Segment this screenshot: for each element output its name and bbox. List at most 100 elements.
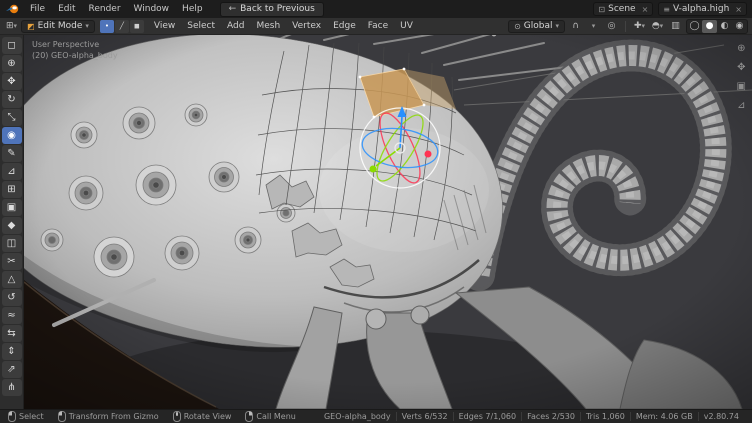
face-select-mode-button[interactable]: ◼	[130, 20, 144, 33]
tool-select-box[interactable]: ◻	[2, 37, 22, 54]
tool-smooth[interactable]: ≈	[2, 307, 22, 324]
snap-magnet-icon[interactable]: ∩	[568, 20, 583, 33]
editor-type-icon[interactable]: ⊞▾	[4, 20, 19, 33]
view-layer-name: V-alpha.high	[673, 4, 729, 14]
right-mouse-icon	[245, 411, 253, 422]
tool-spin[interactable]: ↺	[2, 289, 22, 306]
scene-render	[24, 35, 752, 409]
back-arrow-icon: ←	[229, 4, 237, 14]
tool-annotate[interactable]: ✎	[2, 145, 22, 162]
tool-loop-cut[interactable]: ◫	[2, 235, 22, 252]
tool-move[interactable]: ✥	[2, 73, 22, 90]
move-view-icon[interactable]: ✥	[737, 62, 745, 73]
tool-bevel[interactable]: ◆	[2, 217, 22, 234]
back-to-previous-label: Back to Previous	[240, 4, 315, 14]
menu-edit[interactable]: Edit	[52, 3, 81, 15]
shading-mode-group: ◯ ● ◐ ◉	[686, 19, 748, 34]
edit-mode-icon: ◩	[27, 22, 35, 31]
tool-shrink-fatten[interactable]: ⇕	[2, 343, 22, 360]
chevron-down-icon: ▾	[555, 22, 559, 30]
hint-select: Select	[8, 411, 44, 422]
tool-cursor[interactable]: ⊕	[2, 55, 22, 72]
edge-select-mode-button[interactable]: ╱	[115, 20, 129, 33]
scene-icon: ⊡	[598, 5, 605, 14]
orientation-label: Global	[524, 21, 553, 31]
overlays-icon[interactable]: ◓▾	[650, 20, 665, 33]
proportional-editing-icon[interactable]: ◎	[604, 20, 619, 33]
tool-shear[interactable]: ⇗	[2, 361, 22, 378]
view-perspective-label: User Perspective	[32, 39, 118, 50]
show-gizmo-icon[interactable]: ✚▾	[632, 20, 647, 33]
shading-material-icon[interactable]: ◐	[717, 20, 732, 33]
tool-inset-faces[interactable]: ▣	[2, 199, 22, 216]
tool-edge-slide[interactable]: ⇆	[2, 325, 22, 342]
hint-select-label: Select	[19, 412, 44, 421]
view-layer-icon: ≡	[663, 5, 670, 14]
tail-spiral	[479, 55, 716, 275]
select-mode-buttons: • ╱ ◼	[100, 20, 144, 33]
scene-name: Scene	[608, 4, 635, 14]
zoom-icon[interactable]: ⊕	[737, 43, 745, 54]
view-layer-selector[interactable]: ≡ V-alpha.high ×	[658, 2, 747, 16]
shading-rendered-icon[interactable]: ◉	[732, 20, 747, 33]
tool-rip-region[interactable]: ⋔	[2, 379, 22, 396]
blender-logo-icon[interactable]	[5, 3, 21, 15]
viewport-header: ⊞▾ ◩ Edit Mode ▾ • ╱ ◼ View Select Add M…	[0, 18, 752, 35]
scene-unlink-icon[interactable]: ×	[639, 5, 649, 14]
shading-wireframe-icon[interactable]: ◯	[687, 20, 702, 33]
shading-solid-icon[interactable]: ●	[702, 20, 717, 33]
viewport-3d[interactable]: User Perspective (20) GEO-alpha_body ⊕ ✥…	[24, 35, 752, 409]
viewport-header-right: ⊙ Global ▾ ∩ ▾ ◎ ✚▾ ◓▾ ▥ ◯ ● ◐ ◉	[508, 19, 748, 34]
hint-call-menu-label: Call Menu	[256, 412, 295, 421]
menu-help[interactable]: Help	[176, 3, 209, 15]
tool-extrude-region[interactable]: ⊞	[2, 181, 22, 198]
statusbar-stats: GEO-alpha_body Verts 6/532 Edges 7/1,060…	[319, 412, 744, 421]
stat-edges: Edges 7/1,060	[453, 412, 522, 421]
xray-toggle-icon[interactable]: ▥	[668, 20, 683, 33]
stat-memory: Mem: 4.06 GB	[630, 412, 698, 421]
tool-shelf: ◻ ⊕ ✥ ↻ ⤡ ◉ ✎ ⊿ ⊞ ▣ ◆ ◫ ✂ △ ↺ ≈ ⇆ ⇕ ⇗ ⋔	[0, 35, 24, 409]
perspective-toggle-icon[interactable]: ⊿	[737, 100, 745, 111]
globe-icon: ⊙	[514, 22, 521, 31]
camera-view-icon[interactable]: ▣	[737, 81, 746, 92]
active-object-label: (20) GEO-alpha_body	[32, 50, 118, 61]
chevron-down-icon: ▾	[85, 22, 89, 30]
viewport-text-overlay: User Perspective (20) GEO-alpha_body	[32, 39, 118, 61]
back-to-previous-button[interactable]: ← Back to Previous	[220, 2, 324, 17]
left-mouse-icon	[8, 411, 16, 422]
tool-poly-build[interactable]: △	[2, 271, 22, 288]
blender-window: File Edit Render Window Help ← Back to P…	[0, 0, 752, 423]
tool-measure[interactable]: ⊿	[2, 163, 22, 180]
menu-edge[interactable]: Edge	[328, 20, 361, 32]
menu-add[interactable]: Add	[222, 20, 249, 32]
topbar-right: ⊡ Scene × ≡ V-alpha.high ×	[593, 2, 747, 16]
main-area: ◻ ⊕ ✥ ↻ ⤡ ◉ ✎ ⊿ ⊞ ▣ ◆ ◫ ✂ △ ↺ ≈ ⇆ ⇕ ⇗ ⋔ …	[0, 35, 752, 409]
view-layer-remove-icon[interactable]: ×	[732, 5, 742, 14]
menu-mesh[interactable]: Mesh	[251, 20, 285, 32]
menu-render[interactable]: Render	[83, 3, 127, 15]
stat-verts: Verts 6/532	[396, 412, 453, 421]
mode-dropdown[interactable]: ◩ Edit Mode ▾	[21, 20, 95, 33]
menu-view[interactable]: View	[149, 20, 180, 32]
menu-face[interactable]: Face	[363, 20, 393, 32]
tool-rotate[interactable]: ↻	[2, 91, 22, 108]
vertex-select-mode-button[interactable]: •	[100, 20, 114, 33]
tool-scale[interactable]: ⤡	[2, 109, 22, 126]
scene-selector[interactable]: ⊡ Scene ×	[593, 2, 653, 16]
transform-orientation-dropdown[interactable]: ⊙ Global ▾	[508, 20, 565, 33]
tool-transform[interactable]: ◉	[2, 127, 22, 144]
menu-uv[interactable]: UV	[395, 20, 418, 32]
top-menu-bar: File Edit Render Window Help ← Back to P…	[0, 0, 752, 18]
menu-select[interactable]: Select	[182, 20, 220, 32]
menu-file[interactable]: File	[24, 3, 51, 15]
menu-vertex[interactable]: Vertex	[287, 20, 326, 32]
tool-knife[interactable]: ✂	[2, 253, 22, 270]
status-bar: Select Transform From Gizmo Rotate View …	[0, 409, 752, 423]
hint-call-menu: Call Menu	[245, 411, 295, 422]
stat-faces: Faces 2/530	[521, 412, 580, 421]
stat-version: v2.80.74	[698, 412, 744, 421]
hint-rotate-view: Rotate View	[173, 411, 232, 422]
snap-target-dropdown-icon[interactable]: ▾	[586, 20, 601, 33]
viewport-nav-icons: ⊕ ✥ ▣ ⊿	[737, 43, 746, 111]
menu-window[interactable]: Window	[128, 3, 176, 15]
